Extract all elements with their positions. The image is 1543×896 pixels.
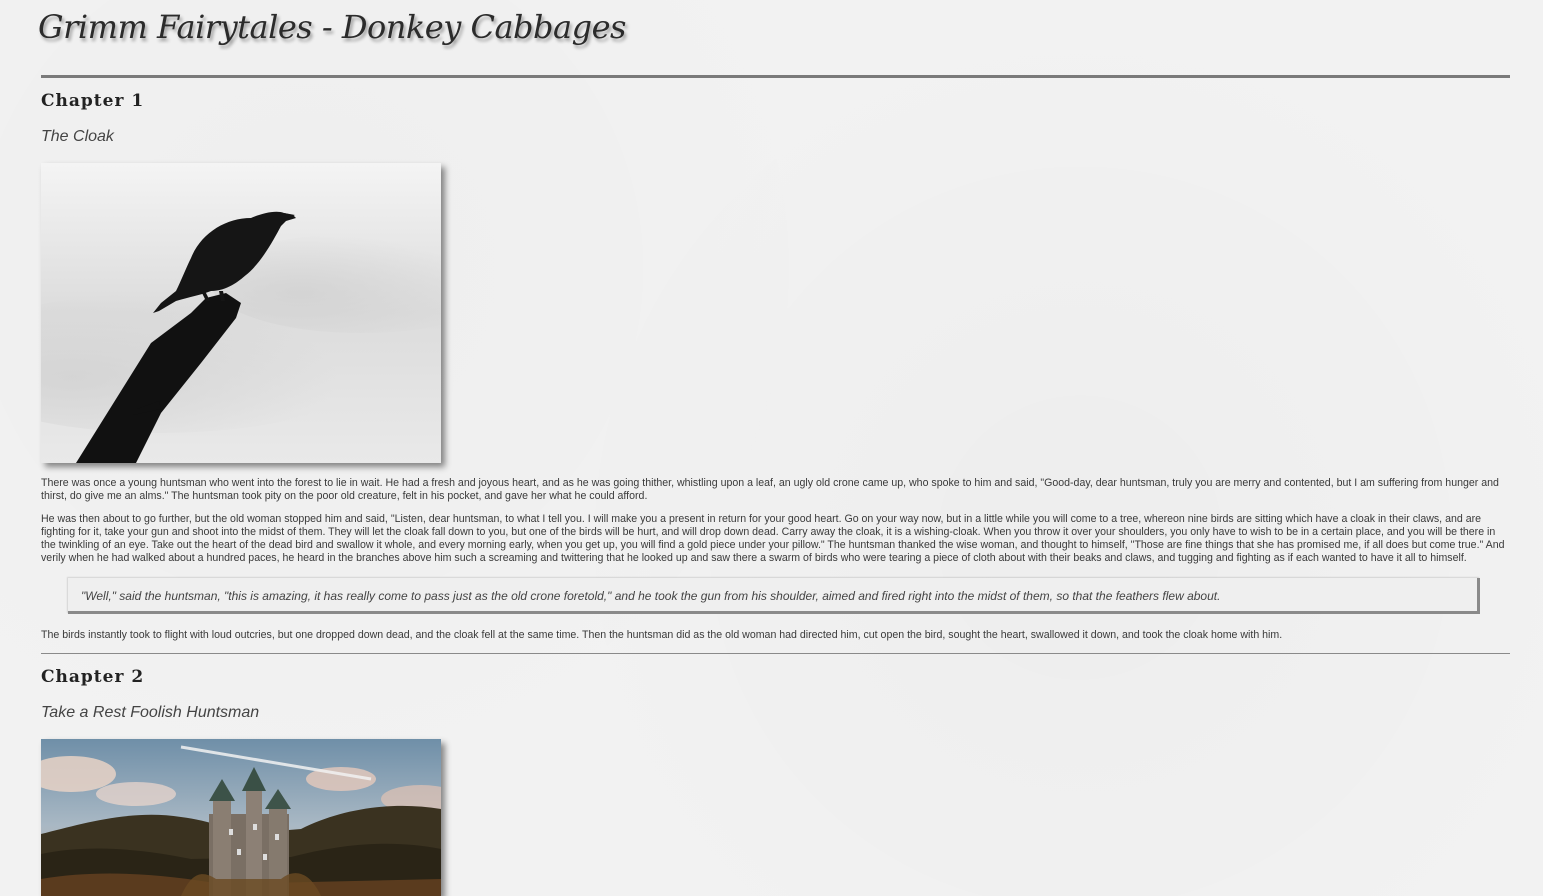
chapter-2-heading: Chapter 2 bbox=[41, 667, 145, 687]
chapter-1-paragraph-1: There was once a young huntsman who went… bbox=[41, 477, 1499, 502]
chapter-2-subtitle: Take a Rest Foolish Huntsman bbox=[41, 704, 260, 721]
castle-in-forest-image bbox=[41, 739, 441, 896]
title-divider bbox=[41, 75, 1510, 78]
site-title: Grimm Fairytales - Donkey Cabbages bbox=[38, 8, 626, 46]
chapter-divider bbox=[41, 653, 1510, 654]
page: Grimm Fairytales - Donkey Cabbages Chapt… bbox=[0, 0, 1543, 896]
castle-photo bbox=[41, 739, 441, 896]
chapter-1-heading: Chapter 1 bbox=[41, 91, 145, 111]
crow-photo bbox=[41, 163, 441, 463]
blockquote-text: "Well," said the huntsman, "this is amaz… bbox=[81, 589, 1221, 603]
blockquote: "Well," said the huntsman, "this is amaz… bbox=[68, 578, 1480, 614]
crow-on-branch-image bbox=[41, 163, 441, 463]
chapter-1-subtitle: The Cloak bbox=[41, 128, 114, 145]
chapter-1-paragraph-2: He was then about to go further, but the… bbox=[41, 513, 1505, 564]
chapter-1-closing-paragraph: The birds instantly took to flight with … bbox=[41, 629, 1283, 641]
